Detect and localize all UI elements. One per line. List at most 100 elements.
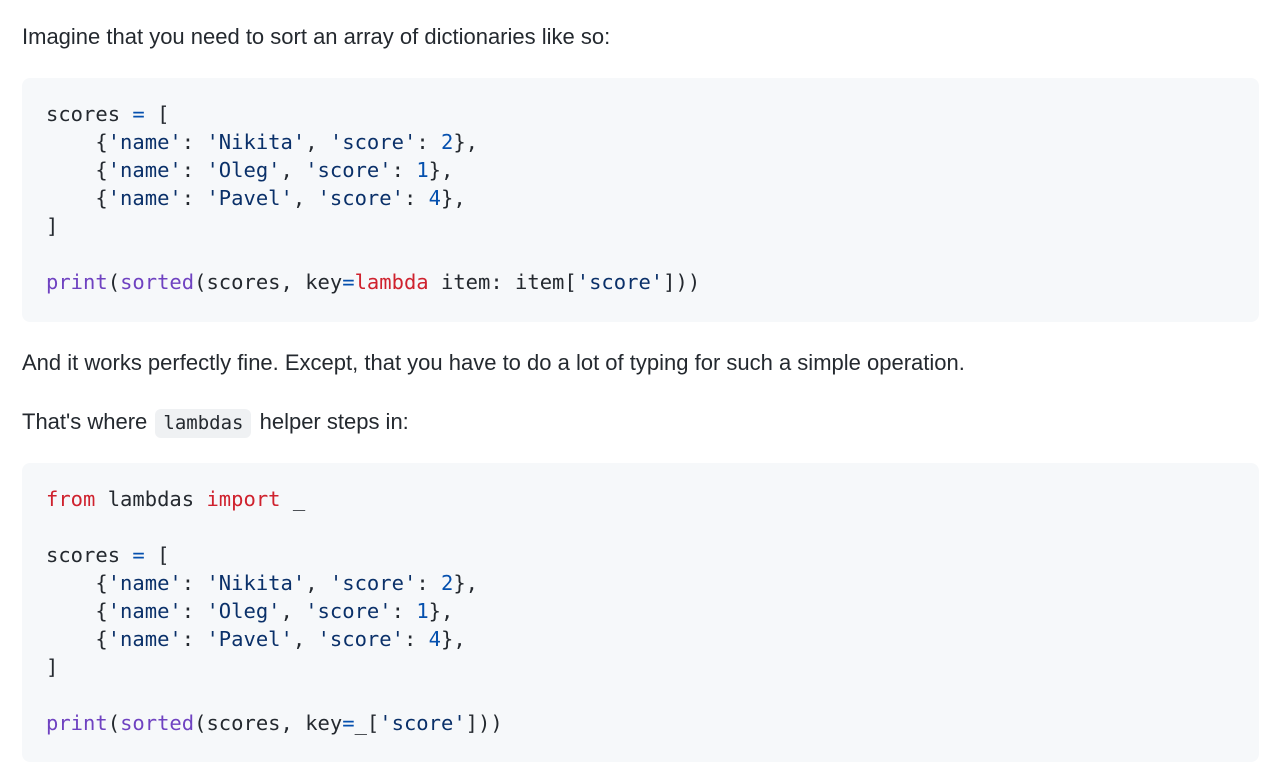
code-text: : [181,130,207,154]
number-token: 2 [441,571,454,595]
string-token: 'Oleg' [206,158,281,182]
code-text: }, [441,627,466,651]
code-text: : [181,186,207,210]
code-line: scores = [ [46,541,1235,569]
code-text: [ [144,102,170,126]
number-token: 4 [428,186,441,210]
code-text: item: item[ [428,270,577,294]
string-token: 'name' [107,571,182,595]
string-token: 'name' [107,627,182,651]
operator-token: = [342,711,355,735]
string-token: 'score' [305,599,392,623]
code-text: , [305,571,330,595]
code-text: ( [107,270,121,294]
code-line: scores = [ [46,100,1235,128]
builtin-token: sorted [120,270,195,294]
code-text: _ [280,487,306,511]
code-text: : [403,186,429,210]
code-text: : [416,130,441,154]
string-token: 'Oleg' [206,599,281,623]
code-text: }, [453,130,479,154]
code-text: , [280,599,306,623]
number-token: 1 [416,599,429,623]
code-text: : [416,571,441,595]
builtin-token: print [46,270,108,294]
code-text: scores [46,543,133,567]
string-token: 'score' [329,130,417,154]
string-token: 'score' [317,186,404,210]
code-line: print(sorted(scores, key=lambda item: it… [46,268,1235,296]
code-line: print(sorted(scores, key=_['score'])) [46,709,1235,737]
string-token: 'name' [107,599,182,623]
string-token: 'score' [379,711,466,735]
helper-text-before: That's where [22,409,148,434]
code-text: (scores, key [194,711,343,735]
keyword-token: lambda [354,270,429,294]
code-text: : [181,599,207,623]
code-text: { [46,599,108,623]
builtin-token: print [46,711,108,735]
code-text: [ [144,543,170,567]
helper-paragraph: That's where lambdas helper steps in: [22,407,409,438]
code-text: ])) [663,270,701,294]
inline-code-lambdas: lambdas [155,409,252,438]
number-token: 4 [428,627,441,651]
code-line: ] [46,212,1235,240]
string-token: 'Pavel' [206,627,293,651]
code-text: ])) [465,711,503,735]
code-line: ] [46,653,1235,681]
operator-token: = [132,543,145,567]
keyword-token: import [206,487,281,511]
code-text: { [46,186,108,210]
code-line: {'name': 'Pavel', 'score': 4}, [46,625,1235,653]
operator-token: = [342,270,355,294]
code-text: : [181,627,207,651]
code-text: }, [453,571,479,595]
code-line: {'name': 'Oleg', 'score': 1}, [46,156,1235,184]
code-text: lambdas [95,487,207,511]
code-text: , [292,627,318,651]
number-token: 1 [416,158,429,182]
explanation-paragraph: And it works perfectly fine. Except, tha… [22,350,965,375]
code-line: {'name': 'Nikita', 'score': 2}, [46,128,1235,156]
code-text: }, [428,599,454,623]
code-text: , [280,158,306,182]
intro-paragraph: Imagine that you need to sort an array o… [22,24,611,49]
string-token: 'Pavel' [206,186,293,210]
code-text: ] [46,655,59,679]
keyword-token: from [46,487,96,511]
number-token: 2 [441,130,454,154]
string-token: 'name' [107,130,182,154]
builtin-token: sorted [120,711,195,735]
code-text: : [403,627,429,651]
code-text: { [46,158,108,182]
code-line: {'name': 'Nikita', 'score': 2}, [46,569,1235,597]
string-token: 'score' [576,270,664,294]
code-text: ] [46,214,59,238]
code-text: : [391,158,417,182]
code-text: : [391,599,417,623]
helper-text-after: helper steps in: [259,409,409,434]
code-block-sorted-lambda[interactable]: scores = [ {'name': 'Nikita', 'score': 2… [22,78,1259,322]
code-text: ( [107,711,121,735]
code-text: : [181,571,207,595]
code-text: }, [428,158,454,182]
code-text: }, [441,186,466,210]
code-text: : [181,158,207,182]
code-text: (scores, key [194,270,343,294]
code-block-lambdas-helper[interactable]: from lambdas import _ scores = [ {'name':… [22,463,1259,762]
code-text: , [292,186,318,210]
code-text: scores [46,102,133,126]
string-token: 'name' [107,186,182,210]
code-text: { [46,571,108,595]
code-line: from lambdas import _ [46,485,1235,513]
code-text: _[ [354,711,380,735]
code-text: { [46,627,108,651]
operator-token: = [132,102,145,126]
string-token: 'score' [317,627,404,651]
code-line: {'name': 'Oleg', 'score': 1}, [46,597,1235,625]
string-token: 'score' [305,158,392,182]
